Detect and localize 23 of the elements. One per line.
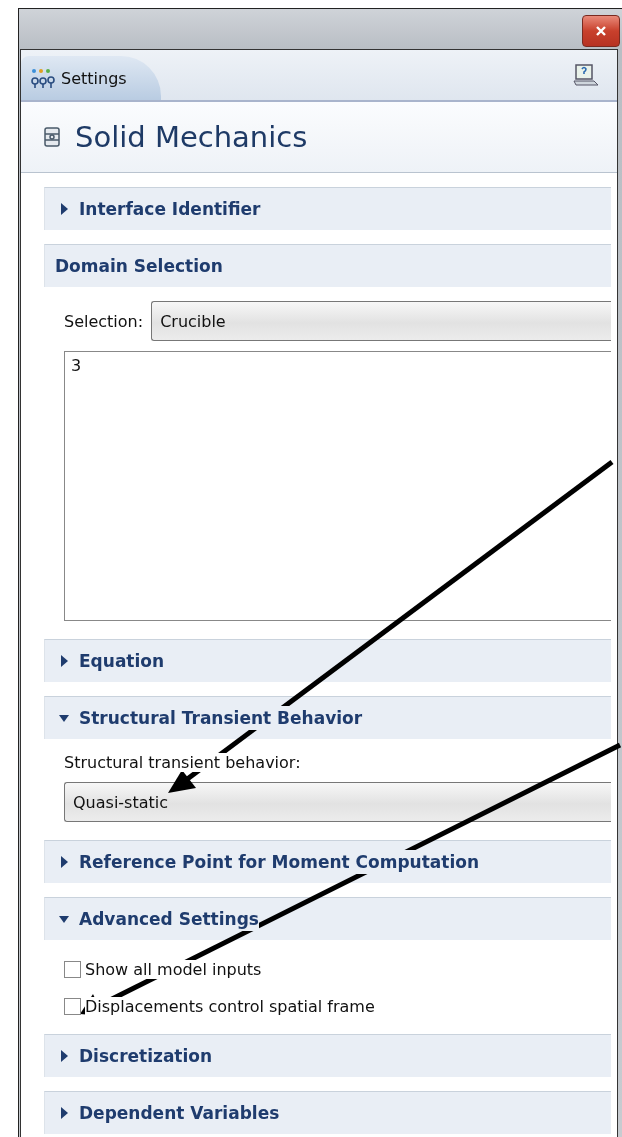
checkbox[interactable]: [64, 998, 81, 1015]
field-label: Structural transient behavior:: [64, 753, 301, 772]
section-header[interactable]: Reference Point for Moment Computation: [44, 840, 611, 883]
section-header[interactable]: Equation: [44, 639, 611, 682]
section-header[interactable]: Dependent Variables: [44, 1091, 611, 1134]
section-header[interactable]: Domain Selection: [44, 244, 611, 287]
section-header[interactable]: Interface Identifier: [44, 187, 611, 230]
close-icon: [595, 25, 607, 37]
checkbox[interactable]: [64, 961, 81, 978]
section-header[interactable]: Advanced Settings: [44, 897, 611, 940]
checkbox-label[interactable]: Displacements control spatial frame: [85, 997, 375, 1016]
help-icon[interactable]: [573, 63, 599, 87]
solid-cylinder-icon: [43, 125, 61, 149]
settings-icon: [31, 67, 55, 89]
dropdown[interactable]: Crucible: [151, 301, 611, 341]
section-header[interactable]: Discretization: [44, 1034, 611, 1077]
settings-tab[interactable]: Settings: [21, 56, 161, 100]
close-button[interactable]: [582, 15, 620, 47]
panel-title: Solid Mechanics: [75, 120, 308, 154]
dropdown[interactable]: Quasi-static: [64, 782, 611, 822]
selection-list[interactable]: 3: [64, 351, 611, 621]
section-header[interactable]: Structural Transient Behavior: [44, 696, 611, 739]
checkbox-label[interactable]: Show all model inputs: [85, 960, 262, 979]
